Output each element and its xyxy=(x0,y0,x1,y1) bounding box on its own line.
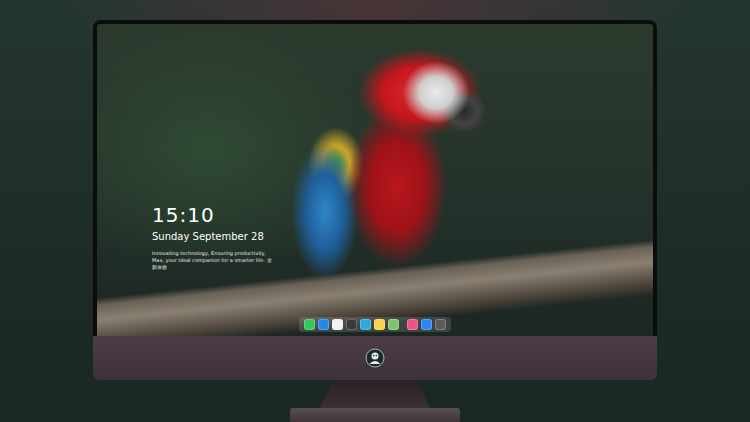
app-icon[interactable] xyxy=(360,319,371,330)
app-icon[interactable] xyxy=(346,319,357,330)
logo-icon xyxy=(365,348,385,368)
app-icon[interactable] xyxy=(388,319,399,330)
app-icon[interactable] xyxy=(374,319,385,330)
lock-clock: 15:10 Sunday September 28 Innovating techn… xyxy=(97,203,653,271)
clock-date: Sunday September 28 xyxy=(152,230,653,244)
dock-group xyxy=(407,319,446,330)
monitor-chin xyxy=(93,336,657,380)
app-icon[interactable] xyxy=(304,319,315,330)
clock-time: 15:10 xyxy=(152,203,653,227)
app-icon[interactable] xyxy=(407,319,418,330)
monitor-stand-base xyxy=(290,408,460,422)
app-icon[interactable] xyxy=(318,319,329,330)
tagline: Innovating technology, Ensuring producti… xyxy=(152,250,272,271)
screen-wallpaper: 15:10 Sunday September 28 Innovating techn… xyxy=(97,24,653,336)
dock-group xyxy=(304,319,399,330)
app-icon[interactable] xyxy=(435,319,446,330)
app-icon[interactable] xyxy=(332,319,343,330)
monitor-bezel: 15:10 Sunday September 28 Innovating techn… xyxy=(93,20,657,336)
monitor-stand-neck xyxy=(320,380,430,408)
app-icon[interactable] xyxy=(421,319,432,330)
desktop-background: 15:10 Sunday September 28 Innovating techn… xyxy=(0,0,750,422)
dock xyxy=(299,317,451,332)
